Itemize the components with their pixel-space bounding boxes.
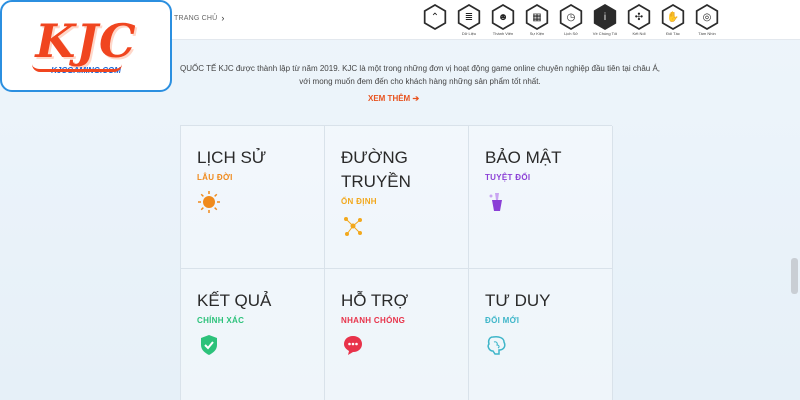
feature-card: HỖ TRỢ NHANH CHÓNG [325,269,469,400]
feature-title: BẢO MẬT [485,148,562,167]
feature-card: ĐƯỜNG TRUYỀN ỔN ĐỊNH [325,126,469,269]
see-more-link[interactable]: XEM THÊM ➔ [368,94,419,103]
breadcrumb[interactable]: TRANG CHỦ › [174,13,225,23]
users-icon: ☻ [493,6,513,28]
chevrons-up-icon: ⌃ [425,6,445,28]
nav-hex: i [593,4,617,30]
nav-doi-tac[interactable]: ✋ Đối Tác [658,4,688,38]
nav-label: Tầm Nhìn [698,31,716,36]
feature-title: ĐƯỜNG TRUYỀN [341,148,411,191]
handshake-icon: ✋ [663,6,683,28]
feature-subtitle: LÂU ĐỜI [197,173,233,182]
nav-hex: ◎ [695,4,719,30]
feature-subtitle: TUYỆT ĐỐI [485,173,531,182]
feature-subtitle: NHANH CHÓNG [341,316,406,325]
nav-hex: ≣ [457,4,481,30]
target-icon: ◎ [697,6,717,28]
feature-title: HỖ TRỢ [341,291,409,310]
clock-icon: ◷ [561,6,581,28]
nav-lich-su[interactable]: ◷ Lịch Sử [556,4,586,38]
network-nodes-icon [341,214,365,238]
feature-card: KẾT QUẢ CHÍNH XÁC [181,269,325,400]
scrollbar-thumb[interactable] [791,258,798,294]
feature-title: LỊCH SỬ [197,148,267,167]
nav-du-lieu[interactable]: ≣ Dữ Liệu [454,4,484,38]
feature-card: TƯ DUY ĐỔI MỚI [469,269,613,400]
info-icon: i [595,6,615,28]
nav-su-kien[interactable]: ▦ Sự Kiện [522,4,552,38]
nav-label: Kết Nối [632,31,646,36]
shield-check-icon [197,333,221,357]
nav-hex: ▦ [525,4,549,30]
lock-cup-icon [485,190,509,214]
nav-thanh-vien[interactable]: ☻ Thành Viên [488,4,518,38]
kjc-logo[interactable]: KJC KJCGAMING.COM [0,0,172,92]
nav-hex: ✣ [627,4,651,30]
nav-label: Đối Tác [666,31,680,36]
nav-home[interactable]: ⌃ [420,4,450,38]
sun-icon [197,190,221,214]
main-nav: ⌃ ≣ Dữ Liệu ☻ Thành Viên ▦ Sự Kiện ◷ Lịch Sử i Về … [420,4,722,38]
feature-title: TƯ DUY [485,291,551,310]
feature-subtitle: ĐỔI MỚI [485,316,520,325]
nav-hex: ✋ [661,4,685,30]
breadcrumb-home[interactable]: TRANG CHỦ [174,15,217,22]
nav-label: Dữ Liệu [461,31,477,36]
intro-text: QUỐC TẾ KJC được thành lập từ năm 2019. … [170,62,670,88]
feature-card: BẢO MẬT TUYỆT ĐỐI [469,126,613,269]
nav-hex: ◷ [559,4,583,30]
chevron-right-icon: › [221,13,225,23]
feature-title: KẾT QUẢ [197,291,272,310]
nav-tam-nhin[interactable]: ◎ Tầm Nhìn [692,4,722,38]
logo-text: KJC [35,13,137,68]
nav-hex: ⌃ [423,4,447,30]
calendar-icon: ▦ [527,6,547,28]
logo-swoosh [32,64,122,72]
chat-bubble-icon [341,333,365,357]
database-icon: ≣ [459,6,479,28]
feature-subtitle: CHÍNH XÁC [197,316,245,325]
nav-label: Thành Viên [492,31,514,36]
nav-label: Lịch Sử [564,31,578,36]
intro-line-1: QUỐC TẾ KJC được thành lập từ năm 2019. … [179,64,661,73]
network-icon: ✣ [629,6,649,28]
features-grid: LỊCH SỬ LÂU ĐỜI ĐƯỜNG TRUYỀN ỔN ĐỊNH BẢO MẬT… [180,125,613,400]
nav-ve-chung-toi[interactable]: i Về Chúng Tôi [590,4,620,38]
feature-subtitle: ỔN ĐỊNH [341,197,377,206]
brain-icon [485,333,509,357]
nav-label: Về Chúng Tôi [592,31,618,36]
nav-label: Sự Kiện [529,31,545,36]
feature-card: LỊCH SỬ LÂU ĐỜI [181,126,325,269]
intro-line-2: với mong muốn đem đến cho khách hàng nhữ… [299,77,541,86]
nav-ket-noi[interactable]: ✣ Kết Nối [624,4,654,38]
nav-hex: ☻ [491,4,515,30]
